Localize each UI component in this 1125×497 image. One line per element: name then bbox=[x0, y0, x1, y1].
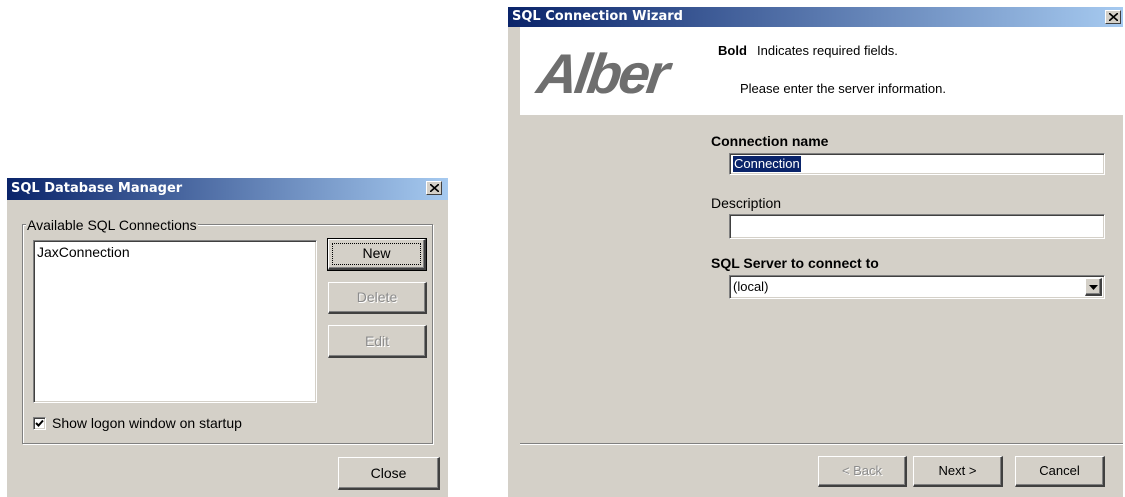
checkmark-icon bbox=[35, 419, 44, 427]
sql-server-select[interactable]: (local) bbox=[729, 275, 1105, 299]
manager-close-icon[interactable] bbox=[426, 181, 442, 195]
bold-word: Bold bbox=[718, 43, 747, 58]
chevron-down-icon bbox=[1089, 285, 1098, 290]
available-connections-label: Available SQL Connections bbox=[26, 217, 198, 233]
back-button[interactable]: < Back bbox=[818, 456, 907, 487]
required-note: Indicates required fields. bbox=[757, 43, 898, 58]
connections-listbox[interactable]: JaxConnection bbox=[33, 240, 317, 403]
alber-logo: Alber bbox=[533, 42, 671, 105]
new-button-focus-rect bbox=[332, 243, 421, 265]
cancel-button-label: Cancel bbox=[1039, 463, 1080, 478]
connection-name-field[interactable]: Connection bbox=[729, 153, 1105, 175]
delete-button[interactable]: Delete bbox=[328, 282, 427, 314]
wizard-header-banner: Alber Bold Indicates required fields. Pl… bbox=[520, 27, 1123, 115]
show-logon-label[interactable]: Show logon window on startup bbox=[52, 415, 242, 431]
sql-connection-wizard-window: SQL Connection Wizard Alber Bold Indicat… bbox=[508, 7, 1123, 497]
delete-button-label: Delete bbox=[356, 289, 398, 305]
connection-list-item[interactable]: JaxConnection bbox=[37, 244, 130, 260]
wizard-footer-separator bbox=[520, 443, 1123, 445]
sql-server-value: (local) bbox=[733, 279, 769, 294]
new-button[interactable]: New bbox=[327, 238, 427, 271]
description-label: Description bbox=[711, 195, 782, 211]
manager-title: SQL Database Manager bbox=[11, 181, 183, 196]
manager-title-bar[interactable]: SQL Database Manager bbox=[7, 178, 448, 200]
instruction-text: Please enter the server information. bbox=[740, 81, 946, 96]
edit-button[interactable]: Edit bbox=[328, 325, 427, 358]
edit-button-label: Edit bbox=[364, 333, 390, 349]
close-button-label: Close bbox=[370, 465, 407, 481]
cancel-button[interactable]: Cancel bbox=[1015, 456, 1105, 487]
wizard-title-bar[interactable]: SQL Connection Wizard bbox=[508, 7, 1123, 27]
wizard-close-icon[interactable] bbox=[1105, 10, 1121, 24]
next-button[interactable]: Next > bbox=[913, 456, 1003, 487]
back-button-label: < Back bbox=[841, 463, 883, 478]
next-button-label: Next > bbox=[938, 463, 977, 478]
connection-name-label: Connection name bbox=[711, 133, 829, 149]
close-button[interactable]: Close bbox=[338, 457, 440, 490]
show-logon-checkbox[interactable] bbox=[33, 417, 46, 430]
description-field[interactable] bbox=[729, 214, 1105, 239]
wizard-title: SQL Connection Wizard bbox=[512, 9, 683, 24]
dropdown-button[interactable] bbox=[1085, 278, 1102, 296]
sql-server-label: SQL Server to connect to bbox=[711, 255, 879, 271]
connection-name-value: Connection bbox=[733, 156, 801, 172]
sql-database-manager-window: SQL Database Manager Available SQL Conne… bbox=[7, 178, 448, 497]
